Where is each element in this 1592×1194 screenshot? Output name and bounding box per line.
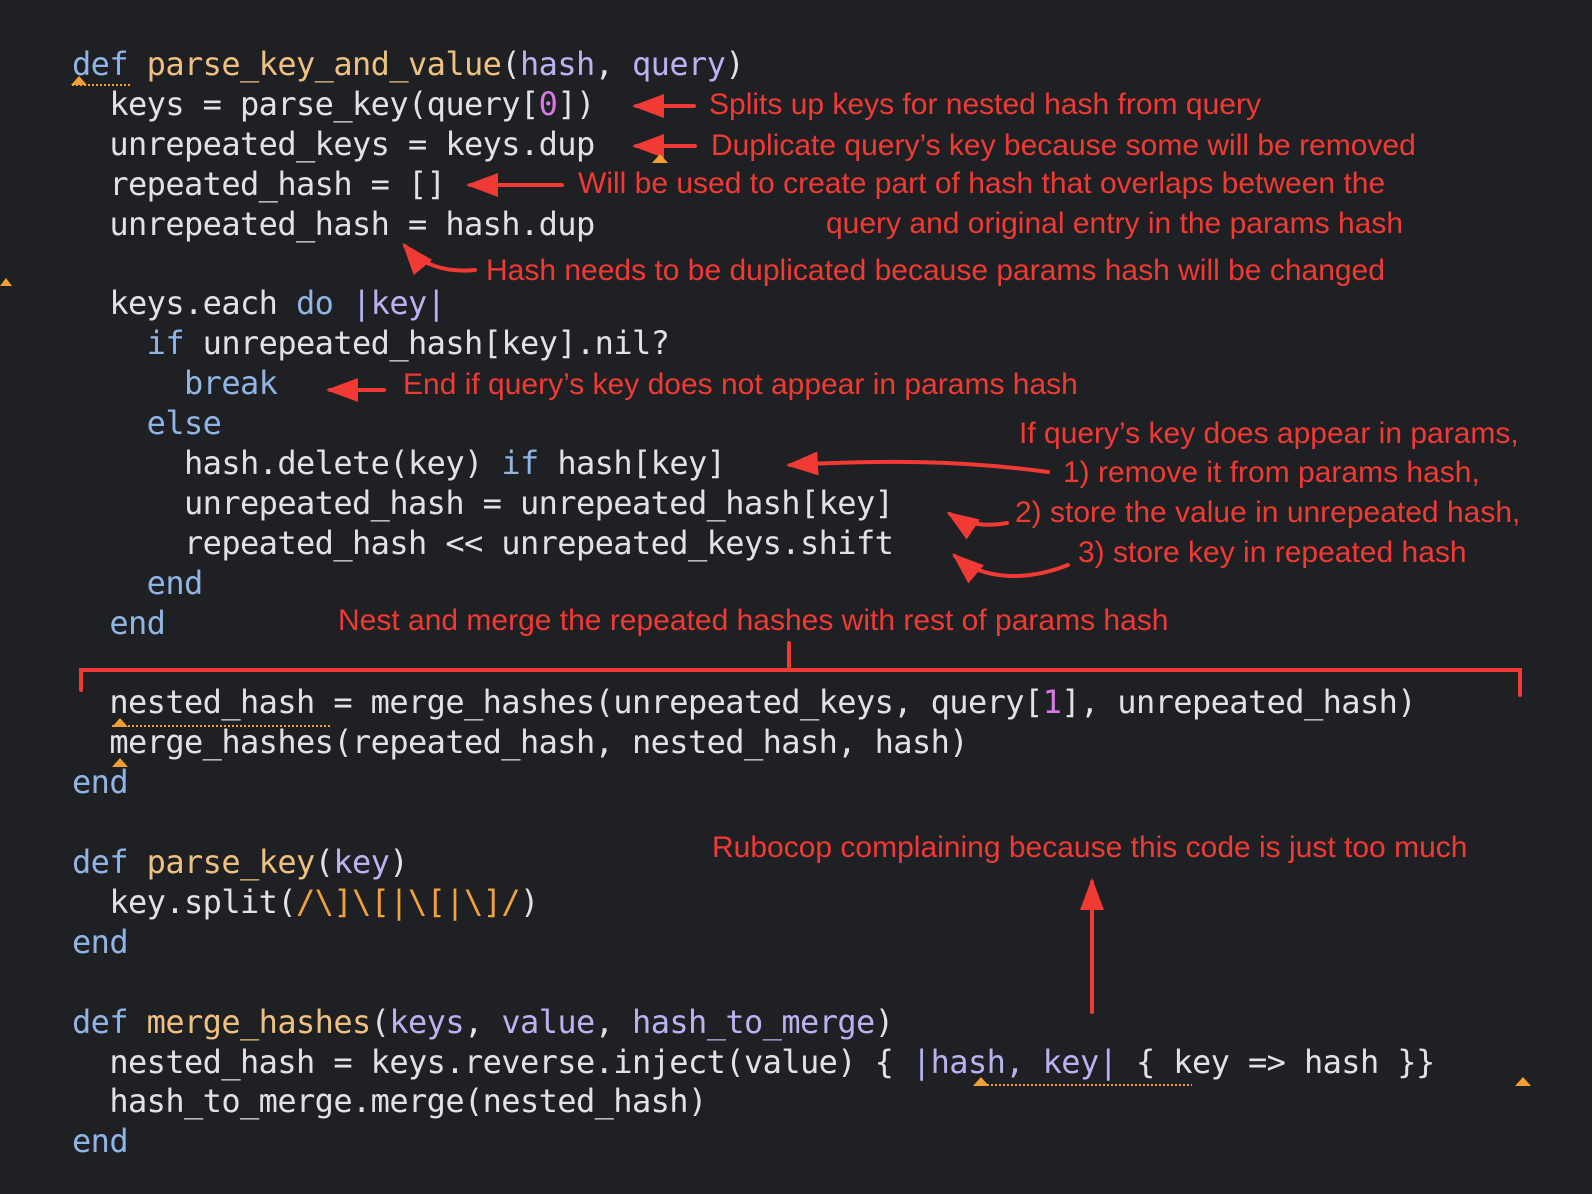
merge-bracket (79, 641, 1522, 697)
annotation-overlay (0, 76, 1531, 1086)
arrow-hash-duplicated (402, 242, 477, 276)
lint-marker-def (71, 76, 87, 85)
lint-marker-merge-hashes (112, 758, 128, 767)
lint-marker-dup (652, 154, 668, 163)
arrow-step-1 (786, 451, 1050, 476)
arrow-step-2 (946, 511, 1009, 540)
lint-underlines (72, 84, 1192, 1086)
lint-marker-margin (0, 278, 12, 286)
lint-marker-block-end (1515, 1077, 1531, 1086)
arrow-step-3 (951, 553, 1070, 584)
lint-markers (0, 76, 1531, 1086)
